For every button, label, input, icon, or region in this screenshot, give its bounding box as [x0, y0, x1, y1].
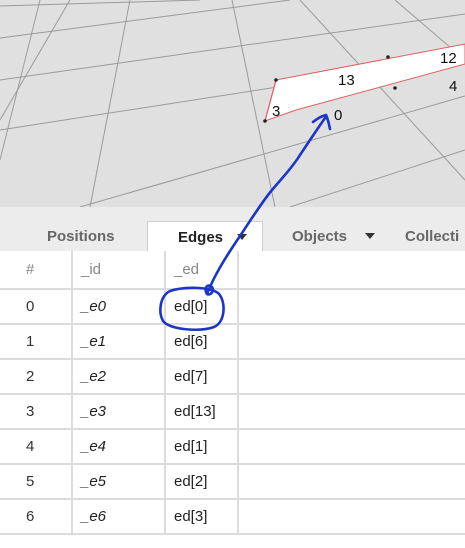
vertex-label-4: 4: [449, 78, 458, 95]
viewport-grid: [0, 0, 465, 207]
row-empty-cell: [238, 324, 465, 360]
vertex-label-13: 13: [338, 72, 355, 89]
tab-edges[interactable]: Edges: [147, 221, 263, 252]
tab-objects-label: Objects: [292, 227, 348, 245]
chevron-down-icon[interactable]: [365, 233, 376, 239]
row-index: 4: [0, 429, 73, 465]
row-ed-cell[interactable]: ed[3]: [165, 499, 239, 535]
tab-positions-label: Positions: [47, 227, 115, 245]
row-empty-cell: [238, 499, 465, 535]
row-ed-cell[interactable]: ed[2]: [165, 464, 239, 500]
vertex-point[interactable]: [386, 55, 390, 59]
tab-collections-label: Collecti: [405, 227, 460, 245]
tab-objects[interactable]: Objects: [292, 221, 376, 251]
column-header-ed[interactable]: _ed: [165, 251, 239, 290]
row-empty-cell: [238, 289, 465, 325]
row-index: 1: [0, 324, 73, 360]
table-row[interactable]: 6 _e6 ed[3]: [0, 499, 465, 535]
row-empty-cell: [238, 464, 465, 500]
mesh-face[interactable]: [264, 43, 465, 122]
ground-grid: [0, 0, 465, 207]
column-header-index[interactable]: #: [0, 251, 73, 290]
row-index: 3: [0, 394, 73, 430]
row-empty-cell: [238, 394, 465, 430]
vertex-point[interactable]: [274, 78, 278, 82]
table-row[interactable]: 4 _e4 ed[1]: [0, 429, 465, 465]
table-header-row: # _id _ed: [0, 251, 465, 290]
tab-bar: Positions Edges Objects Collecti: [0, 207, 465, 252]
row-id-cell[interactable]: _e2: [72, 359, 166, 395]
tab-edges-label: Edges: [178, 228, 224, 246]
table-row[interactable]: 5 _e5 ed[2]: [0, 464, 465, 500]
row-empty-cell: [238, 359, 465, 395]
tab-positions[interactable]: Positions: [47, 221, 115, 251]
row-index: 2: [0, 359, 73, 395]
table-row[interactable]: 0 _e0 ed[0]: [0, 289, 465, 325]
vertex-point[interactable]: [393, 86, 397, 90]
table-row[interactable]: 2 _e2 ed[7]: [0, 359, 465, 395]
edges-table: # _id _ed 0 _e0 ed[0] 1 _e1 ed[6] 2 _e2: [0, 251, 465, 535]
column-header-id[interactable]: _id: [72, 251, 166, 290]
row-ed-cell[interactable]: ed[6]: [165, 324, 239, 360]
row-ed-cell[interactable]: ed[1]: [165, 429, 239, 465]
table-row[interactable]: 1 _e1 ed[6]: [0, 324, 465, 360]
row-id-cell[interactable]: _e1: [72, 324, 166, 360]
3d-viewport[interactable]: 13 12 3 0 4: [0, 0, 465, 207]
vertex-label-12: 12: [440, 50, 457, 67]
vertex-label-3: 3: [272, 103, 281, 120]
row-id-cell[interactable]: _e3: [72, 394, 166, 430]
edges-table-container[interactable]: # _id _ed 0 _e0 ed[0] 1 _e1 ed[6] 2 _e2: [0, 251, 465, 548]
row-index: 0: [0, 289, 73, 325]
row-index: 6: [0, 499, 73, 535]
vertex-label-0: 0: [334, 107, 343, 124]
row-empty-cell: [238, 429, 465, 465]
row-ed-cell[interactable]: ed[7]: [165, 359, 239, 395]
tab-collections[interactable]: Collecti: [405, 221, 459, 251]
row-ed-cell[interactable]: ed[0]: [165, 289, 239, 325]
vertex-point[interactable]: [263, 119, 267, 123]
chevron-down-icon[interactable]: [237, 234, 248, 240]
row-ed-cell[interactable]: ed[13]: [165, 394, 239, 430]
row-index: 5: [0, 464, 73, 500]
row-id-cell[interactable]: _e0: [72, 289, 166, 325]
row-id-cell[interactable]: _e5: [72, 464, 166, 500]
row-id-cell[interactable]: _e4: [72, 429, 166, 465]
column-header-empty: [238, 251, 465, 290]
table-row[interactable]: 3 _e3 ed[13]: [0, 394, 465, 430]
row-id-cell[interactable]: _e6: [72, 499, 166, 535]
